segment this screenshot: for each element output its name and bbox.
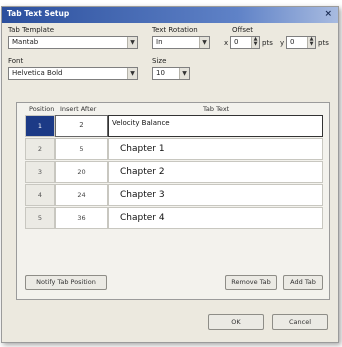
font-select[interactable]: Helvetica Bold: [8, 67, 138, 80]
column-header-tab-text: Tab Text: [203, 105, 230, 113]
offset-label: Offset: [232, 26, 254, 34]
size-dropdown-icon[interactable]: ▼: [179, 68, 189, 79]
table-row[interactable]: 4 24 Chapter 3: [25, 184, 323, 207]
tab-template-label: Tab Template: [8, 26, 55, 34]
column-header-insert-after: Insert After: [60, 105, 97, 113]
row-insert-after[interactable]: 2: [55, 115, 108, 137]
row-position[interactable]: 3: [25, 161, 55, 183]
table-row[interactable]: 1 2 Velocity Balance: [25, 115, 323, 138]
row-tab-text[interactable]: Chapter 3: [108, 184, 323, 206]
row-tab-text[interactable]: Chapter 2: [108, 161, 323, 183]
row-insert-after[interactable]: 24: [55, 184, 108, 206]
tab-template-select[interactable]: Mantab: [8, 36, 138, 49]
row-position[interactable]: 4: [25, 184, 55, 206]
table-row[interactable]: 2 5 Chapter 1: [25, 138, 323, 161]
offset-y-stepper[interactable]: ▲ ▼: [307, 37, 315, 48]
add-tab-button[interactable]: Add Tab: [283, 275, 323, 290]
ok-button[interactable]: OK: [208, 314, 264, 330]
cancel-button[interactable]: Cancel: [272, 314, 328, 330]
spin-down-icon[interactable]: ▼: [252, 42, 259, 47]
text-rotation-value: In: [156, 38, 163, 46]
tab-text-setup-dialog: Tab Text Setup × Tab Template Text Rotat…: [1, 6, 339, 343]
row-position[interactable]: 2: [25, 138, 55, 160]
tab-grid: Position Insert After Tab Text 1 2 Veloc…: [16, 102, 330, 300]
column-header-position: Position: [29, 105, 55, 113]
font-dropdown-icon[interactable]: ▼: [127, 68, 137, 79]
tab-template-value: Mantab: [12, 38, 39, 46]
font-label: Font: [8, 57, 24, 65]
row-tab-text[interactable]: Chapter 1: [108, 138, 323, 160]
offset-y-value: 0: [290, 38, 295, 46]
row-insert-after[interactable]: 20: [55, 161, 108, 183]
offset-y-unit: pts: [318, 39, 329, 47]
offset-x-unit: pts: [262, 39, 273, 47]
text-rotation-dropdown-icon[interactable]: ▼: [199, 37, 209, 48]
row-tab-text[interactable]: Chapter 4: [108, 207, 323, 229]
row-position[interactable]: 5: [25, 207, 55, 229]
row-position[interactable]: 1: [25, 115, 55, 137]
offset-x-stepper[interactable]: ▲ ▼: [251, 37, 259, 48]
row-insert-after[interactable]: 36: [55, 207, 108, 229]
table-row[interactable]: 3 20 Chapter 2: [25, 161, 323, 184]
close-icon[interactable]: ×: [324, 9, 332, 19]
table-row[interactable]: 5 36 Chapter 4: [25, 207, 323, 230]
offset-x-label: x: [224, 39, 229, 47]
row-insert-after[interactable]: 5: [55, 138, 108, 160]
spin-down-icon[interactable]: ▼: [308, 42, 315, 47]
size-value: 10: [156, 69, 165, 77]
size-label: Size: [152, 57, 167, 65]
offset-y-label: y: [280, 39, 285, 47]
row-tab-text-input[interactable]: Velocity Balance: [108, 115, 323, 137]
offset-x-value: 0: [234, 38, 239, 46]
font-value: Helvetica Bold: [12, 69, 63, 77]
window-title: Tab Text Setup: [7, 9, 70, 18]
text-rotation-label: Text Rotation: [152, 26, 198, 34]
tab-template-dropdown-icon[interactable]: ▼: [127, 37, 137, 48]
remove-tab-button[interactable]: Remove Tab: [225, 275, 277, 290]
title-bar[interactable]: Tab Text Setup ×: [2, 7, 338, 23]
notify-tab-position-button[interactable]: Notify Tab Position: [25, 275, 107, 290]
